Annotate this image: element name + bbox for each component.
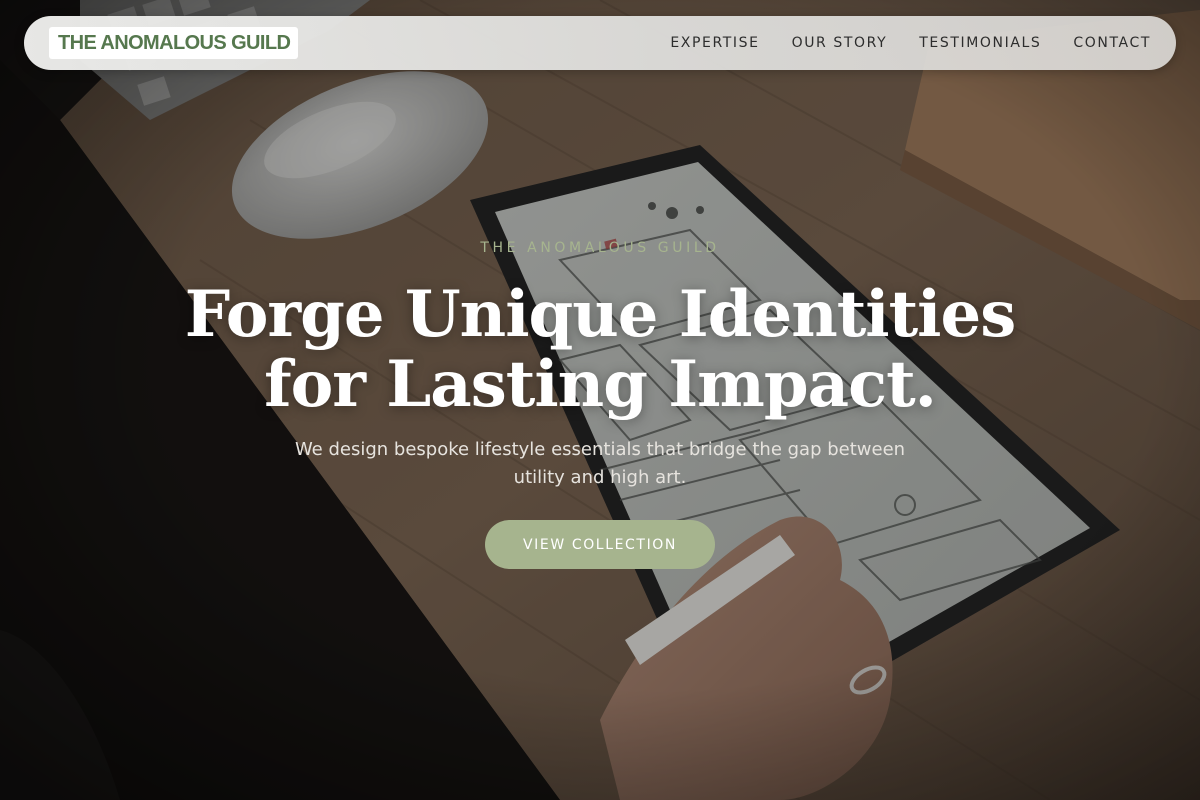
site-logo[interactable]: THE ANOMALOUS GUILD	[49, 27, 299, 59]
nav-link-contact[interactable]: CONTACT	[1073, 35, 1151, 51]
hero-content: THE ANOMALOUS GUILD Forge Unique Identit…	[0, 238, 1200, 569]
nav-item-testimonials: TESTIMONIALS	[919, 34, 1041, 52]
nav-link-testimonials[interactable]: TESTIMONIALS	[919, 35, 1041, 51]
nav-item-our-story: OUR STORY	[792, 34, 888, 52]
navbar: THE ANOMALOUS GUILD EXPERTISE OUR STORY …	[24, 16, 1176, 70]
nav-link-our-story[interactable]: OUR STORY	[792, 35, 888, 51]
hero-headline: Forge Unique Identities for Lasting Impa…	[150, 280, 1050, 420]
nav-item-expertise: EXPERTISE	[670, 34, 759, 52]
nav-links: EXPERTISE OUR STORY TESTIMONIALS CONTACT	[670, 34, 1151, 52]
hero-headline-line-2: for Lasting Impact.	[264, 347, 937, 422]
hero-headline-line-1: Forge Unique Identities	[184, 277, 1016, 352]
hero-eyebrow: THE ANOMALOUS GUILD	[480, 240, 720, 256]
nav-item-contact: CONTACT	[1073, 34, 1151, 52]
hero-section: THE ANOMALOUS GUILD EXPERTISE OUR STORY …	[0, 0, 1200, 800]
view-collection-button[interactable]: VIEW COLLECTION	[485, 520, 715, 569]
nav-link-expertise[interactable]: EXPERTISE	[670, 35, 759, 51]
hero-subtitle: We design bespoke lifestyle essentials t…	[294, 439, 906, 488]
